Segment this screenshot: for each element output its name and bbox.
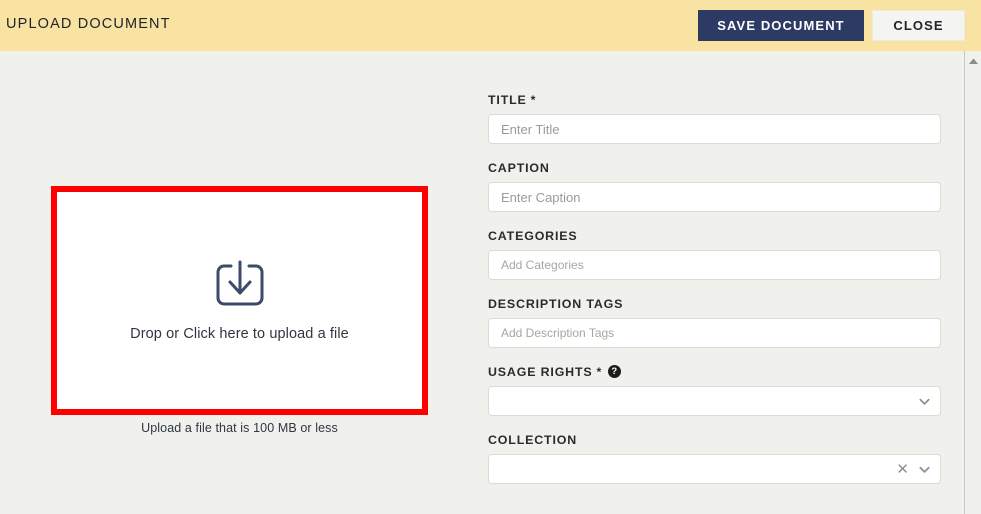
download-tray-icon bbox=[216, 260, 263, 305]
document-metadata-form: TITLE * CAPTION CATEGORIES bbox=[488, 92, 941, 484]
chevron-down-icon[interactable] bbox=[918, 463, 931, 476]
label-description-tags-text: DESCRIPTION TAGS bbox=[488, 296, 624, 311]
scroll-up-arrow-icon[interactable] bbox=[965, 54, 981, 68]
dropzone-hint: Upload a file that is 100 MB or less bbox=[141, 421, 338, 435]
label-title: TITLE * bbox=[488, 92, 941, 107]
usage-rights-select[interactable] bbox=[488, 386, 941, 416]
upload-document-modal: UPLOAD DOCUMENT SAVE DOCUMENT CLOSE Drop… bbox=[0, 0, 981, 514]
title-input[interactable] bbox=[488, 114, 941, 144]
caption-input[interactable] bbox=[488, 182, 941, 212]
modal-header: UPLOAD DOCUMENT SAVE DOCUMENT CLOSE bbox=[0, 0, 981, 51]
header-actions: SAVE DOCUMENT CLOSE bbox=[698, 10, 965, 41]
close-button[interactable]: CLOSE bbox=[872, 10, 965, 41]
field-caption: CAPTION bbox=[488, 160, 941, 212]
label-usage-rights-text: USAGE RIGHTS bbox=[488, 364, 593, 379]
required-marker-usage-rights: * bbox=[596, 364, 603, 379]
label-collection: COLLECTION bbox=[488, 432, 941, 447]
page-title: UPLOAD DOCUMENT bbox=[6, 16, 171, 32]
description-tags-input[interactable] bbox=[488, 318, 941, 348]
collection-select-box[interactable] bbox=[488, 454, 941, 484]
usage-rights-select-box[interactable] bbox=[488, 386, 941, 416]
field-categories: CATEGORIES bbox=[488, 228, 941, 280]
label-caption-text: CAPTION bbox=[488, 160, 550, 175]
label-categories: CATEGORIES bbox=[488, 228, 941, 243]
file-dropzone[interactable]: Drop or Click here to upload a file bbox=[51, 186, 428, 415]
usage-rights-select-icons bbox=[918, 386, 931, 416]
chevron-down-icon[interactable] bbox=[918, 395, 931, 408]
label-description-tags: DESCRIPTION TAGS bbox=[488, 296, 941, 311]
label-caption: CAPTION bbox=[488, 160, 941, 175]
vertical-scrollbar[interactable] bbox=[964, 51, 981, 514]
save-document-button[interactable]: SAVE DOCUMENT bbox=[698, 10, 864, 41]
field-description-tags: DESCRIPTION TAGS bbox=[488, 296, 941, 348]
required-marker-title: * bbox=[530, 92, 537, 107]
help-circle-icon[interactable]: ? bbox=[608, 365, 622, 378]
collection-select-icons: ✕ bbox=[896, 454, 931, 484]
field-usage-rights: USAGE RIGHTS * ? bbox=[488, 364, 941, 416]
field-title: TITLE * bbox=[488, 92, 941, 144]
categories-input[interactable] bbox=[488, 250, 941, 280]
label-collection-text: COLLECTION bbox=[488, 432, 578, 447]
field-collection: COLLECTION ✕ bbox=[488, 432, 941, 484]
modal-body: Drop or Click here to upload a file Uplo… bbox=[0, 51, 964, 514]
label-usage-rights: USAGE RIGHTS * ? bbox=[488, 364, 941, 379]
dropzone-label: Drop or Click here to upload a file bbox=[130, 325, 349, 342]
upload-dropzone-wrapper: Drop or Click here to upload a file Uplo… bbox=[51, 186, 428, 435]
label-categories-text: CATEGORIES bbox=[488, 228, 578, 243]
close-x-icon[interactable]: ✕ bbox=[896, 462, 909, 477]
label-title-text: TITLE bbox=[488, 92, 527, 107]
collection-select[interactable]: ✕ bbox=[488, 454, 941, 484]
